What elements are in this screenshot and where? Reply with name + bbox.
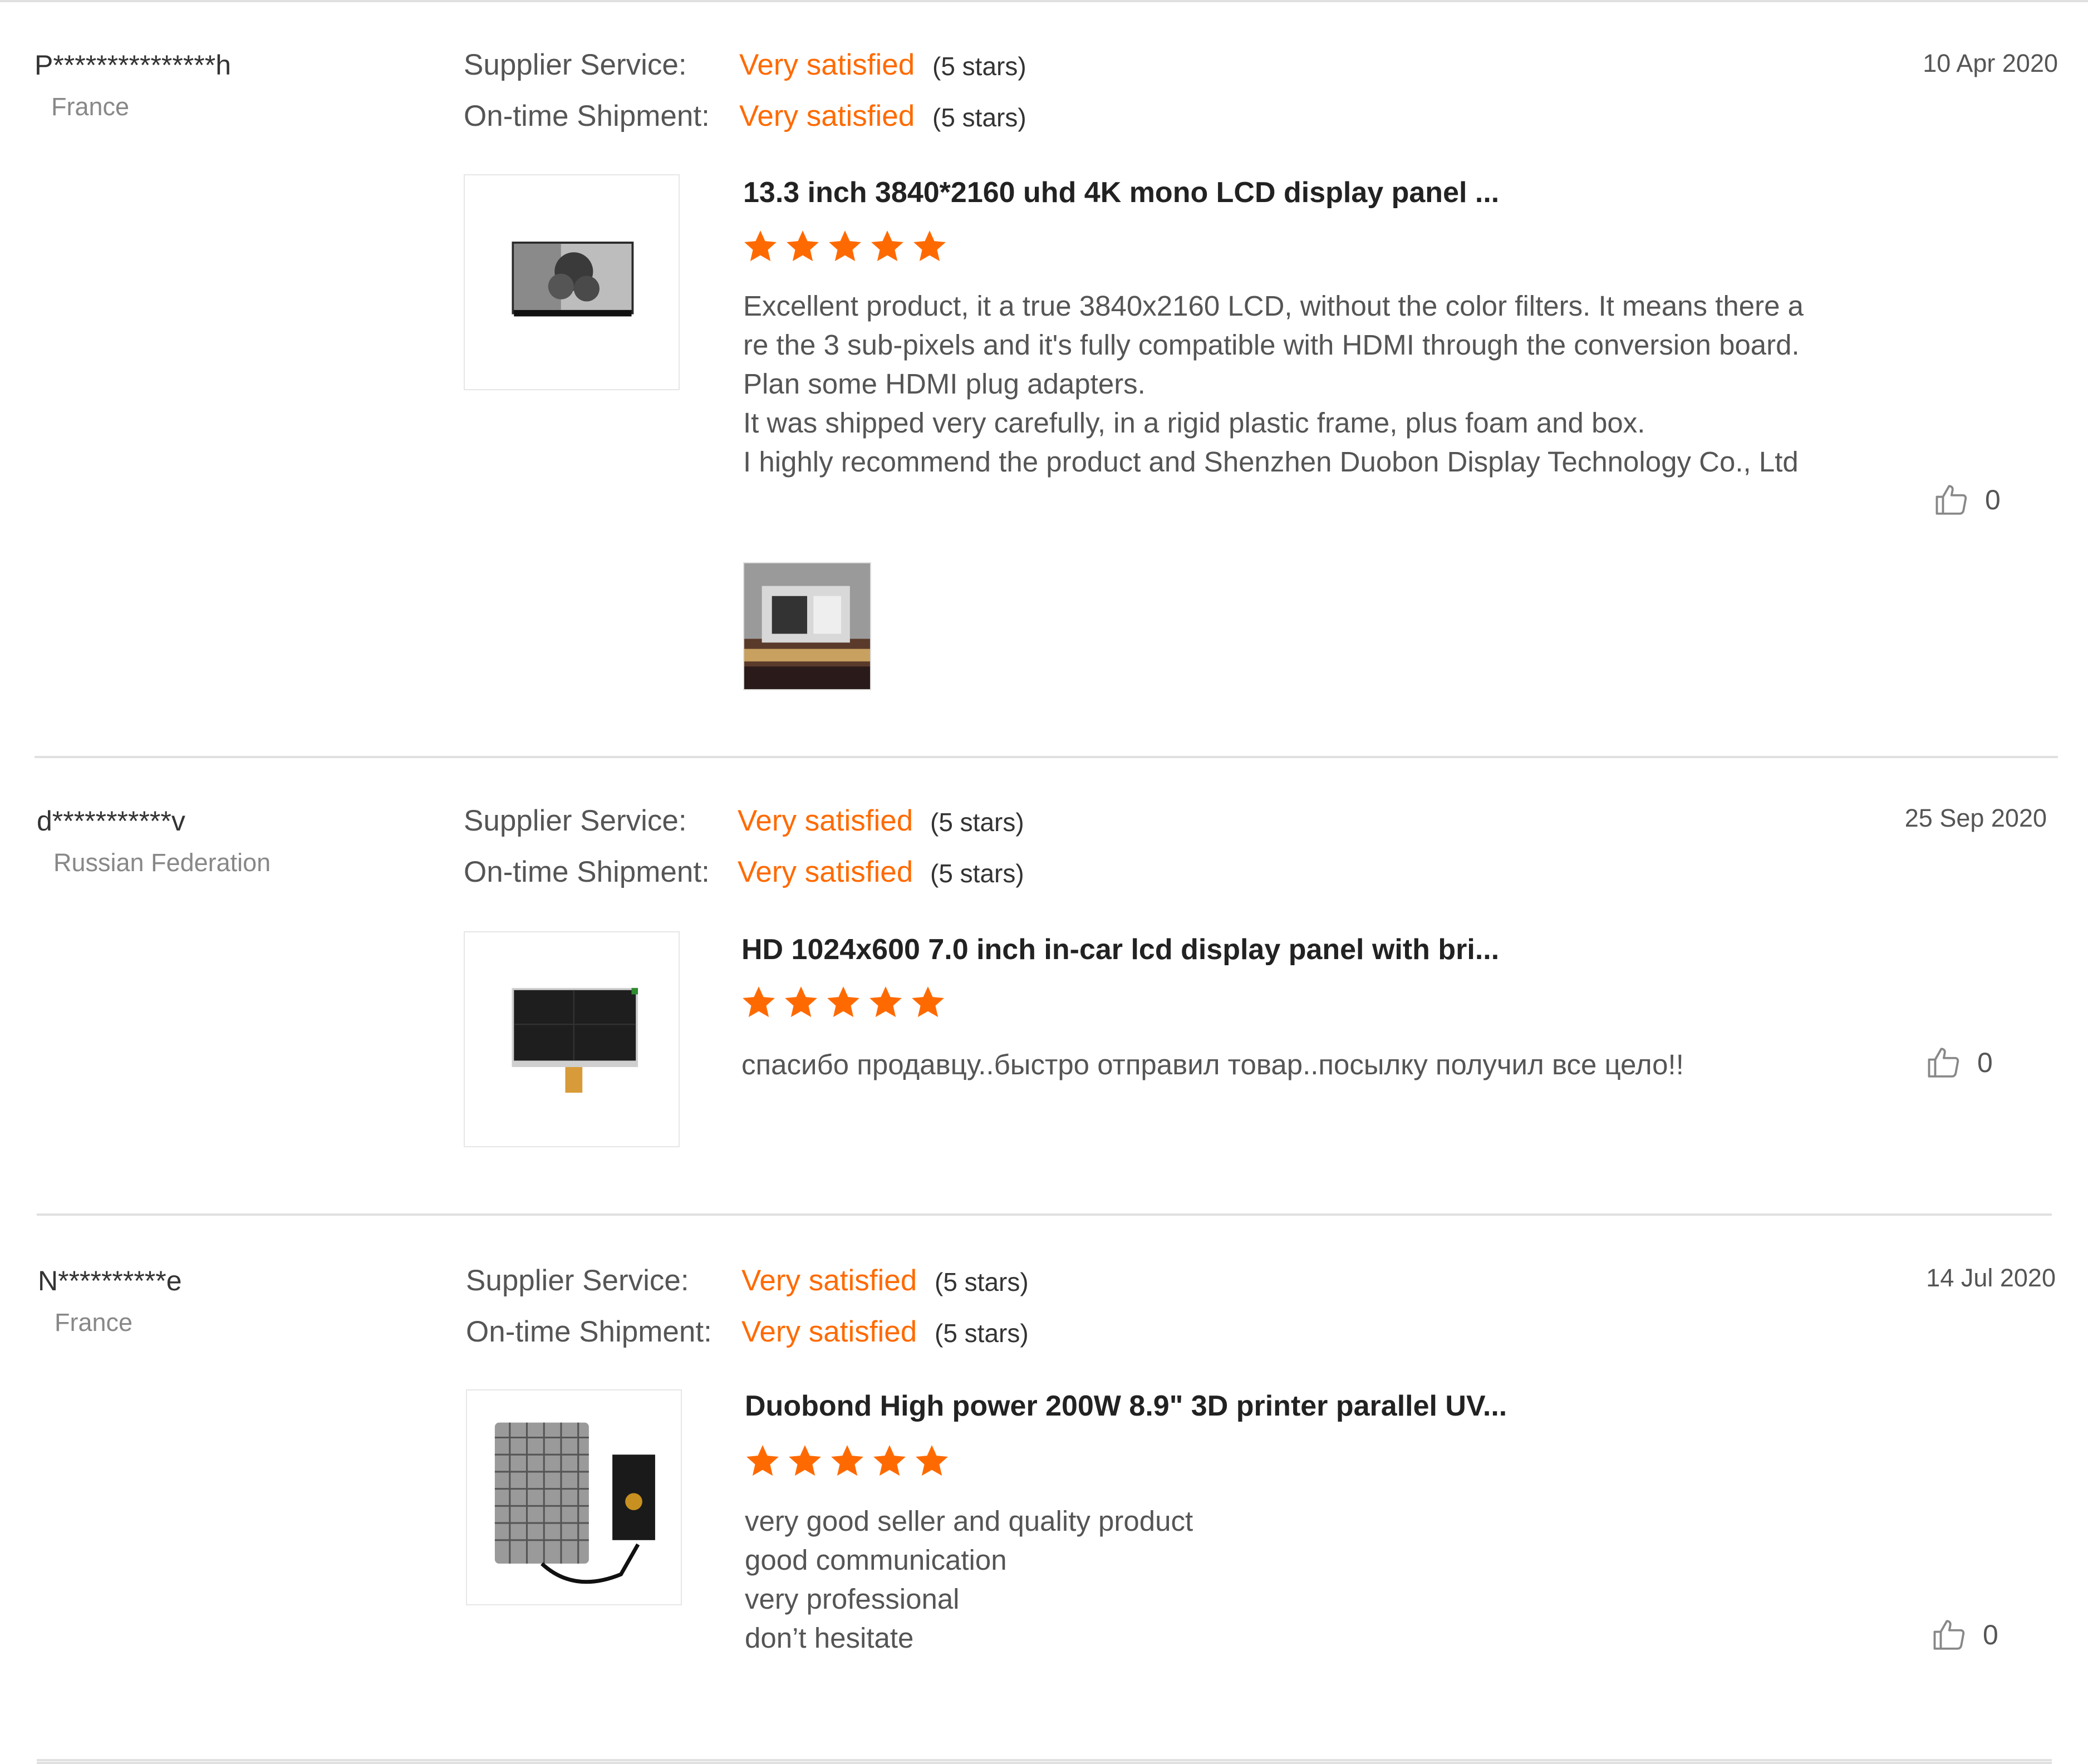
thumbs-up-icon bbox=[1928, 1048, 1959, 1078]
star-icon bbox=[871, 230, 903, 262]
divider bbox=[35, 756, 2058, 758]
reviewer-country: Russian Federation bbox=[53, 848, 271, 877]
reviewer-name: d***********v bbox=[37, 805, 185, 837]
review-comment: спасибо продавцу..быстро отправил товар.… bbox=[741, 1049, 1684, 1080]
product-star-rating bbox=[740, 984, 946, 1021]
divider bbox=[37, 1762, 2052, 1764]
reviewer-country: France bbox=[51, 92, 130, 121]
star-icon bbox=[873, 1445, 906, 1476]
supplier-service-label: Supplier Service: bbox=[466, 1264, 689, 1297]
star-icon bbox=[913, 230, 946, 262]
product-thumbnail[interactable] bbox=[464, 931, 680, 1147]
thumbs-up-icon bbox=[1933, 1620, 1965, 1650]
product-title-link[interactable]: HD 1024x600 7.0 inch in-car lcd display … bbox=[741, 933, 1499, 966]
supplier-service-label: Supplier Service: bbox=[464, 804, 687, 837]
supplier-service-stars: (5 stars) bbox=[930, 808, 1024, 837]
divider bbox=[37, 1759, 2052, 1761]
reviewer-name: N**********e bbox=[38, 1265, 182, 1296]
ontime-shipment-value: Very satisfied bbox=[741, 1315, 917, 1348]
ontime-shipment-label: On-time Shipment: bbox=[464, 100, 710, 132]
divider bbox=[37, 1213, 2052, 1216]
ontime-shipment-value: Very satisfied bbox=[739, 100, 915, 132]
ontime-shipment-stars: (5 stars) bbox=[935, 1319, 1029, 1348]
ontime-shipment-stars: (5 stars) bbox=[932, 103, 1026, 132]
thumbs-up-icon bbox=[1935, 485, 1967, 515]
supplier-service-stars: (5 stars) bbox=[935, 1267, 1029, 1296]
supplier-service-value: Very satisfied bbox=[739, 48, 915, 81]
reviewer-name: P***************h bbox=[35, 50, 232, 81]
star-icon bbox=[829, 230, 861, 262]
star-icon bbox=[744, 230, 777, 262]
product-title-link[interactable]: Duobond High power 200W 8.9" 3D printer … bbox=[745, 1389, 1507, 1423]
review-comment: Excellent product, it a true 3840x2160 L… bbox=[743, 290, 1804, 478]
star-icon bbox=[789, 1445, 821, 1476]
like-count: 0 bbox=[1983, 1619, 1998, 1650]
supplier-service-value: Very satisfied bbox=[738, 804, 913, 837]
review-photo-image bbox=[744, 563, 870, 689]
product-thumbnail[interactable] bbox=[464, 174, 680, 390]
star-icon bbox=[827, 986, 859, 1018]
product-title-link[interactable]: 13.3 inch 3840*2160 uhd 4K mono LCD disp… bbox=[743, 176, 1499, 209]
product-thumbnail[interactable] bbox=[466, 1389, 682, 1605]
like-button[interactable]: 0 bbox=[1932, 1616, 1998, 1653]
review-date: 14 Jul 2020 bbox=[1926, 1264, 2056, 1292]
like-count: 0 bbox=[1985, 484, 2001, 515]
star-icon bbox=[785, 986, 817, 1018]
supplier-service-label: Supplier Service: bbox=[464, 48, 687, 81]
ontime-shipment-value: Very satisfied bbox=[738, 856, 913, 888]
uv-light-source-image bbox=[494, 1422, 655, 1584]
review-comment: very good seller and quality product goo… bbox=[745, 1505, 1193, 1654]
in-car-lcd-panel-image bbox=[512, 987, 638, 1093]
divider bbox=[0, 0, 2088, 2]
star-icon bbox=[916, 1445, 948, 1476]
supplier-service-stars: (5 stars) bbox=[932, 52, 1026, 81]
ontime-shipment-stars: (5 stars) bbox=[930, 859, 1024, 888]
mono-lcd-panel-image bbox=[512, 242, 634, 317]
star-icon bbox=[787, 230, 819, 262]
review-date: 10 Apr 2020 bbox=[1923, 49, 2058, 77]
like-count: 0 bbox=[1977, 1047, 1993, 1078]
like-button[interactable]: 0 bbox=[1926, 1044, 1993, 1081]
star-icon bbox=[869, 986, 902, 1018]
star-icon bbox=[743, 986, 775, 1018]
review-date: 25 Sep 2020 bbox=[1904, 804, 2047, 832]
reviewer-country: France bbox=[55, 1308, 133, 1336]
product-star-rating bbox=[744, 1443, 950, 1480]
ontime-shipment-label: On-time Shipment: bbox=[466, 1315, 712, 1348]
star-icon bbox=[912, 986, 944, 1018]
like-button[interactable]: 0 bbox=[1934, 481, 2001, 518]
product-star-rating bbox=[742, 228, 948, 265]
star-icon bbox=[746, 1445, 779, 1476]
supplier-service-value: Very satisfied bbox=[741, 1264, 917, 1297]
review-photo[interactable] bbox=[743, 562, 871, 690]
star-icon bbox=[831, 1445, 863, 1476]
ontime-shipment-label: On-time Shipment: bbox=[464, 856, 710, 888]
